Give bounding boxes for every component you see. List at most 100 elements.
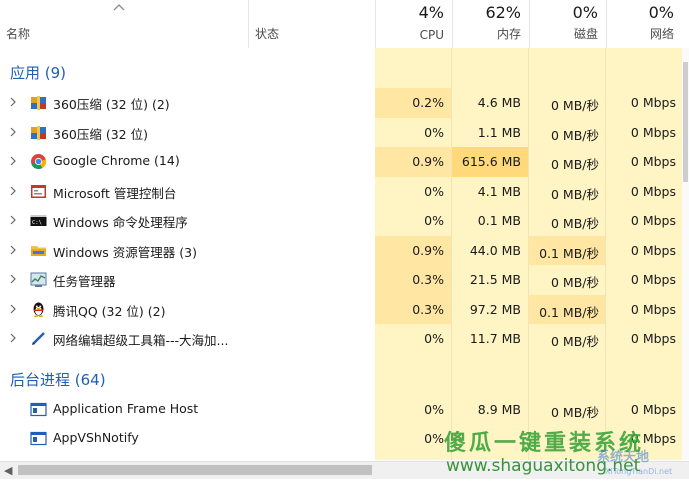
chrome-icon: [31, 154, 47, 170]
col-mem-header[interactable]: 62% 内存: [452, 0, 529, 48]
cpu-value: 0%: [424, 124, 444, 140]
net-value: 0 Mbps: [630, 272, 676, 287]
chevron-right-icon[interactable]: [8, 332, 18, 344]
app-window-icon: [30, 431, 47, 446]
net-value: 0 Mbps: [630, 95, 676, 110]
disk-value: 0.1 MB/秒: [539, 245, 599, 261]
group-heading-apps[interactable]: 应用 (9): [10, 62, 66, 83]
folder-icon: [31, 245, 46, 256]
svg-text:C:\: C:\: [32, 220, 42, 226]
net-value: 0 Mbps: [630, 331, 676, 346]
col-name-header[interactable]: 名称: [0, 0, 248, 48]
cpu-value: 0.9%: [412, 242, 444, 258]
process-name: 360压缩 (32 位): [53, 126, 148, 142]
column-header-bar: 名称 状态 4% CPU 62% 内存 0% 磁盘 0% 网络: [0, 0, 689, 48]
col-mem-label: 内存: [496, 27, 521, 41]
disk-value: 0 MB/秒: [551, 404, 599, 420]
chevron-right-icon[interactable]: [8, 155, 18, 167]
chevron-right-icon[interactable]: [8, 126, 18, 138]
process-name: 腾讯QQ (32 位) (2): [53, 303, 166, 319]
watermark-logo-sub: XiTongTianDi.net: [605, 467, 673, 476]
scroll-left-arrow-icon[interactable]: ◀: [4, 464, 12, 477]
watermark-logo-text: 系统天地: [597, 450, 650, 465]
mmc-icon: [31, 184, 46, 198]
disk-value: 0 MB/秒: [551, 157, 599, 172]
col-cpu-header[interactable]: 4% CPU: [375, 0, 452, 48]
col-net-label: 网络: [649, 27, 674, 41]
disk-value: 0.1 MB/秒: [539, 304, 599, 320]
mem-total-pct: 62%: [485, 3, 521, 22]
chevron-right-icon[interactable]: [8, 244, 18, 256]
mem-value: 97.2 MB: [469, 301, 521, 317]
cpu-value: 0%: [424, 431, 444, 446]
cmd-icon: C:\: [30, 215, 47, 226]
process-row[interactable]: 任务管理器 0.3% 21.5 MB 0 MB/秒 0 Mbps: [0, 265, 682, 295]
col-cpu-label: CPU: [419, 28, 444, 42]
process-row[interactable]: 腾讯QQ (32 位) (2) 0.3% 97.2 MB 0.1 MB/秒 0 …: [0, 294, 682, 324]
process-name: Microsoft 管理控制台: [53, 185, 177, 201]
mem-value: 4.1 MB: [477, 183, 521, 199]
process-row[interactable]: 360压缩 (32 位) (2) 0.2% 4.6 MB 0 MB/秒 0 Mb…: [0, 88, 682, 118]
cpu-value: 0%: [424, 401, 444, 417]
col-name-label: 名称: [6, 27, 31, 41]
cpu-value: 0.3%: [412, 301, 444, 317]
col-status-header[interactable]: 状态: [248, 0, 375, 48]
process-row[interactable]: Microsoft 管理控制台 0% 4.1 MB 0 MB/秒 0 Mbps: [0, 177, 682, 207]
app-window-icon: [30, 402, 47, 416]
qq-penguin-icon: [33, 302, 44, 317]
mem-value: 44.0 MB: [469, 242, 521, 258]
pen-tool-icon: [32, 332, 45, 345]
group-heading-background[interactable]: 后台进程 (64): [10, 369, 106, 390]
chevron-right-icon[interactable]: [8, 185, 18, 197]
disk-value: 0 MB/秒: [551, 334, 599, 349]
mem-value: 1.1 MB: [477, 124, 521, 140]
archive-icon: [31, 125, 46, 140]
cpu-value: 0%: [424, 331, 444, 346]
net-value: 0 Mbps: [630, 124, 676, 140]
disk-value: 0 MB/秒: [551, 186, 599, 202]
process-name: Application Frame Host: [53, 400, 199, 416]
mem-value: 4.6 MB: [477, 95, 521, 110]
net-total-pct: 0%: [648, 3, 674, 22]
net-value: 0 Mbps: [630, 183, 676, 199]
chevron-right-icon[interactable]: [8, 96, 18, 108]
vertical-scroll-thumb[interactable]: [683, 62, 688, 182]
process-row[interactable]: Application Frame Host 0% 8.9 MB 0 MB/秒 …: [0, 395, 682, 425]
col-status-label: 状态: [255, 27, 280, 41]
cpu-value: 0%: [424, 213, 444, 228]
process-row[interactable]: 360压缩 (32 位) 0% 1.1 MB 0 MB/秒 0 Mbps: [0, 118, 682, 148]
disk-total-pct: 0%: [572, 3, 598, 22]
disk-value: 0 MB/秒: [551, 216, 599, 231]
mem-value: 11.7 MB: [469, 331, 521, 346]
process-row[interactable]: 网络编辑超级工具箱---大海加... 0% 11.7 MB 0 MB/秒 0 M…: [0, 324, 682, 354]
process-name: Google Chrome (14): [53, 153, 180, 168]
chevron-right-icon[interactable]: [8, 303, 18, 315]
chevron-right-icon[interactable]: [8, 214, 18, 226]
cpu-value: 0.9%: [412, 154, 444, 169]
vertical-scrollbar[interactable]: [682, 48, 689, 460]
horizontal-scroll-thumb[interactable]: [18, 465, 372, 475]
process-row[interactable]: Google Chrome (14) 0.9% 615.6 MB 0 MB/秒 …: [0, 147, 682, 177]
disk-value: 0 MB/秒: [551, 275, 599, 290]
mem-value: 8.9 MB: [477, 401, 521, 417]
process-name: Windows 资源管理器 (3): [53, 244, 197, 260]
task-manager-icon: [30, 272, 47, 287]
net-value: 0 Mbps: [630, 401, 676, 417]
disk-value: 0 MB/秒: [551, 98, 599, 113]
cpu-value: 0%: [424, 183, 444, 199]
chevron-right-icon[interactable]: [8, 273, 18, 285]
net-value: 0 Mbps: [630, 213, 676, 228]
cpu-value: 0.2%: [412, 95, 444, 110]
net-value: 0 Mbps: [630, 301, 676, 317]
process-name: 任务管理器: [53, 274, 116, 289]
process-name: AppVShNotify: [53, 430, 139, 445]
process-name: 360压缩 (32 位) (2): [53, 97, 170, 112]
process-row[interactable]: Windows 资源管理器 (3) 0.9% 44.0 MB 0.1 MB/秒 …: [0, 235, 682, 265]
col-disk-header[interactable]: 0% 磁盘: [529, 0, 606, 48]
cpu-value: 0.3%: [412, 272, 444, 287]
process-name: Windows 命令处理程序: [53, 215, 188, 230]
net-value: 0 Mbps: [630, 154, 676, 169]
col-net-header[interactable]: 0% 网络: [606, 0, 682, 48]
process-row[interactable]: C:\ Windows 命令处理程序 0% 0.1 MB 0 MB/秒 0 Mb…: [0, 206, 682, 236]
mem-value: 0.1 MB: [477, 213, 521, 228]
